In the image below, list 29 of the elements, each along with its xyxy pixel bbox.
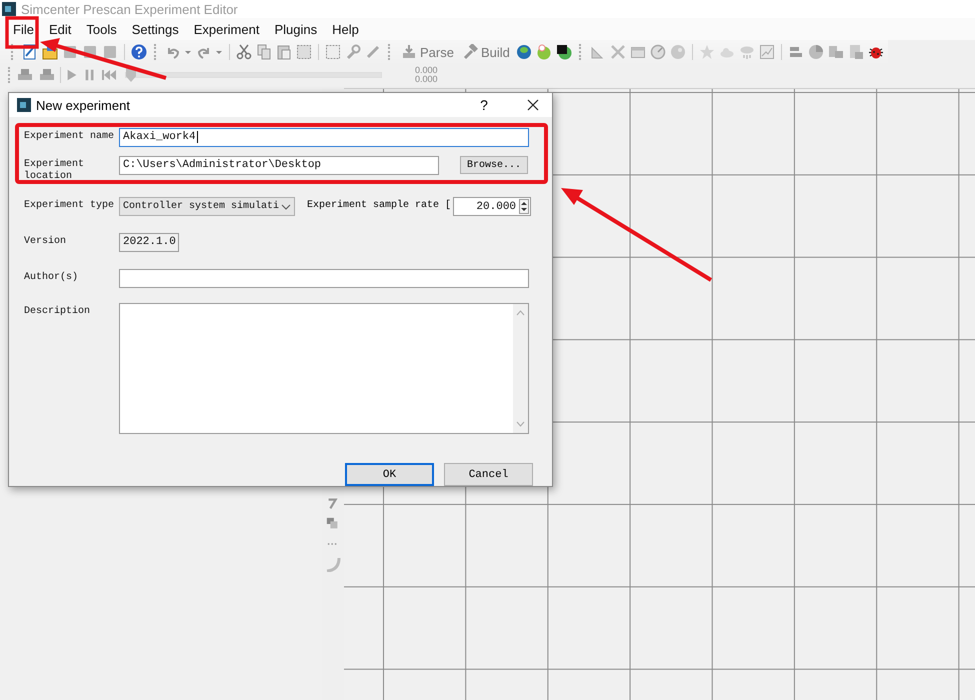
version-field[interactable]: 2022.1.0 <box>119 233 179 252</box>
parse-button[interactable]: Parse <box>399 44 456 60</box>
window-title: Simcenter Prescan Experiment Editor <box>21 2 238 16</box>
dialog-button[interactable]: Cancel <box>444 463 533 486</box>
time-reading: 0.000 <box>415 75 438 84</box>
field-label: Author(s) <box>24 270 80 284</box>
field-label: Experiment name <box>24 130 116 143</box>
menu-item[interactable]: Plugins <box>268 22 324 36</box>
dropdown[interactable]: Controller system simulati <box>119 197 295 216</box>
build-button[interactable]: Build <box>460 44 512 60</box>
field-label: Experiment sample rate [ <box>307 200 452 211</box>
time-reading: 0.000 <box>415 66 438 75</box>
menu-item[interactable]: Experiment <box>188 22 266 36</box>
browse-button[interactable]: Browse... <box>460 156 528 174</box>
menu-item[interactable]: Help <box>326 22 366 36</box>
field-label: Experiment location <box>24 158 86 183</box>
dialog-title: New experiment <box>36 98 131 112</box>
help-button[interactable]: ? <box>469 96 499 114</box>
menu-item[interactable]: Edit <box>42 22 78 36</box>
input-field[interactable]: C:\Users\Administrator\Desktop <box>119 156 439 175</box>
input-field[interactable]: Akaxi_work4 <box>119 128 529 147</box>
menu-item[interactable]: Tools <box>80 22 124 36</box>
menu-item[interactable]: File <box>7 22 41 36</box>
menu-item[interactable]: Settings <box>126 22 186 36</box>
field-label: Version <box>24 234 68 248</box>
field-label: Description <box>24 304 92 318</box>
dialog-button[interactable]: OK <box>345 463 434 486</box>
spin-box[interactable]: 20.000 <box>453 197 532 216</box>
field-label: Experiment type <box>24 198 116 212</box>
